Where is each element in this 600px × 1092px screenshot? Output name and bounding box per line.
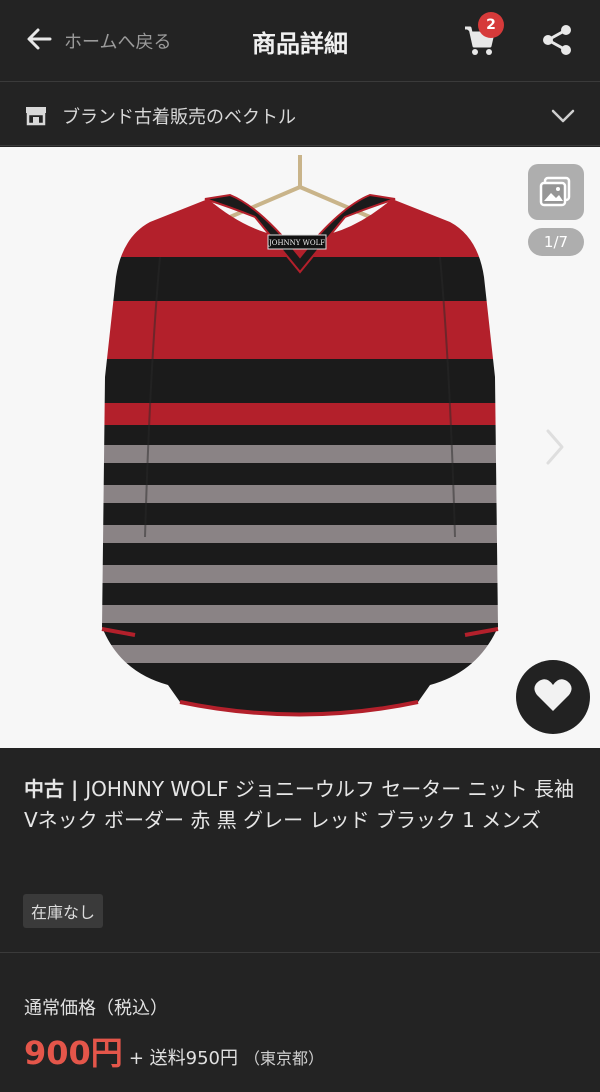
condition-label: 中古	[24, 777, 64, 801]
cart-icon	[462, 26, 498, 62]
price-label: 通常価格（税込）	[24, 998, 168, 1019]
shipping-region: （東京都）	[243, 1049, 324, 1068]
product-image[interactable]: JOHNNY WOLF	[0, 147, 600, 748]
images-icon	[528, 176, 584, 224]
price-value: 900円	[24, 1034, 123, 1072]
divider	[0, 952, 600, 953]
favorite-button[interactable]	[516, 660, 590, 734]
store-icon	[24, 103, 48, 131]
arrow-left-icon	[24, 24, 54, 58]
app-header: ホームへ戻る 商品詳細 2	[0, 0, 600, 82]
stock-badge: 在庫なし	[23, 894, 104, 928]
image-counter: 1/7	[528, 228, 584, 256]
share-icon	[540, 25, 576, 62]
next-image-button[interactable]	[540, 425, 570, 473]
chevron-down-icon[interactable]	[548, 101, 578, 135]
back-button[interactable]: ホームへ戻る	[24, 22, 171, 60]
heart-icon	[533, 677, 573, 717]
shop-name: ブランド古着販売のベクトル	[62, 107, 296, 128]
title-separator: |	[64, 777, 86, 801]
cart-count-badge: 2	[478, 12, 504, 38]
product-title: 中古 | JOHNNY WOLF ジョニーウルフ セーター ニット 長袖 Vネッ…	[24, 774, 580, 836]
brand-tag: JOHNNY WOLF	[268, 239, 325, 247]
chevron-right-icon	[540, 429, 570, 473]
shop-bar[interactable]: ブランド古着販売のベクトル	[0, 83, 600, 146]
back-label: ホームへ戻る	[64, 32, 172, 53]
price-row: 900円 + 送料950円 （東京都）	[24, 1028, 324, 1074]
share-button[interactable]	[540, 22, 580, 60]
gallery-button[interactable]	[528, 164, 584, 220]
shipping-fee: + 送料950円	[128, 1048, 238, 1069]
product-name: JOHNNY WOLF ジョニーウルフ セーター ニット 長袖 Vネック ボーダ…	[24, 777, 575, 832]
